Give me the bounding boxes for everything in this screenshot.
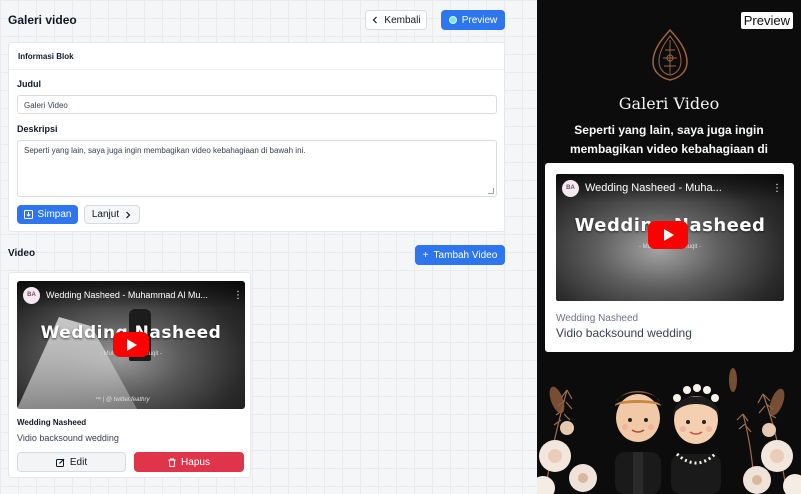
preview-video-name: Wedding Nasheed [556, 313, 639, 324]
page-title: Galeri video [8, 13, 77, 27]
save-button-label: Simpan [37, 209, 72, 220]
info-block-heading: Informasi Blok [9, 43, 504, 70]
description-textarea[interactable]: Seperti yang lain, saya juga ingin memba… [17, 140, 497, 197]
invitation-preview-panel: Preview Galeri Video Seperti yang lain, … [537, 0, 801, 494]
preview-video-description: Vidio backsound wedding [556, 326, 692, 340]
channel-avatar[interactable]: BA [23, 286, 40, 304]
chevron-left-icon [373, 16, 378, 24]
delete-video-button[interactable]: Hapus [134, 452, 244, 472]
youtube-video-title[interactable]: Wedding Nasheed - Muha... [585, 182, 766, 194]
resize-handle-icon[interactable] [488, 188, 494, 194]
more-vertical-icon[interactable]: ⋮ [233, 290, 243, 301]
back-button-label: Kembali [384, 14, 421, 26]
plus-icon: + [422, 249, 429, 261]
youtube-video-title[interactable]: Wedding Nasheed - Muhammad Al Mu... [46, 290, 227, 300]
description-label: Deskripsi [17, 124, 58, 134]
preview-title: Galeri Video [618, 94, 720, 113]
youtube-title-bar: BA Wedding Nasheed - Muha... ⋮ [556, 174, 784, 202]
save-icon [23, 210, 33, 219]
add-video-label: Tambah Video [433, 249, 498, 261]
info-block-card: Informasi Blok Judul Galeri Video Deskri… [8, 42, 505, 232]
description-text: Seperti yang lain, saya juga ingin memba… [24, 146, 306, 155]
editor-panel: Galeri video Kembali Preview Informasi B… [0, 0, 513, 494]
next-button-label: Lanjut [91, 209, 120, 220]
delete-button-label: Hapus [181, 456, 210, 468]
trash-icon [168, 458, 176, 467]
video-name: Wedding Nasheed [17, 418, 87, 427]
top-bar: Galeri video Kembali Preview [8, 10, 505, 30]
video-description: Vidio backsound wedding [17, 433, 119, 443]
add-video-button[interactable]: + Tambah Video [415, 245, 505, 265]
edit-video-button[interactable]: Edit [17, 452, 126, 472]
next-button[interactable]: Lanjut [84, 205, 140, 224]
more-vertical-icon[interactable]: ⋮ [772, 183, 782, 194]
save-button[interactable]: Simpan [17, 205, 78, 224]
title-label: Judul [17, 79, 41, 89]
back-button[interactable]: Kembali [365, 10, 427, 30]
play-icon[interactable] [648, 221, 688, 249]
video-section-title: Video [8, 248, 36, 259]
preview-tag: Preview [740, 12, 793, 29]
preview-dot-icon [448, 16, 457, 24]
preview-button-label: Preview [461, 14, 498, 26]
title-input[interactable]: Galeri Video [17, 95, 497, 114]
chevron-right-icon [126, 211, 131, 218]
preview-video-card: BA Wedding Nasheed - Muha... ⋮ Wedding N… [545, 163, 794, 352]
couple-illustration-art [537, 368, 801, 494]
preview-button[interactable]: Preview [441, 10, 505, 30]
play-icon[interactable] [113, 332, 149, 357]
gunungan-ornament-icon [652, 28, 688, 81]
youtube-title-bar: BA Wedding Nasheed - Muhammad Al Mu... ⋮ [17, 281, 245, 309]
edit-button-label: Edit [69, 456, 88, 468]
video-thumbnail[interactable]: BA Wedding Nasheed - Muhammad Al Mu... ⋮… [17, 281, 245, 409]
channel-avatar[interactable]: BA [562, 179, 579, 197]
preview-video-thumbnail[interactable]: BA Wedding Nasheed - Muha... ⋮ Wedding N… [556, 174, 784, 301]
thumbnail-signature-text: ™ | @ twitter.feathry [95, 397, 150, 403]
video-card: BA Wedding Nasheed - Muhammad Al Mu... ⋮… [8, 272, 251, 478]
couple-illustration [537, 360, 801, 494]
edit-icon [55, 458, 65, 467]
